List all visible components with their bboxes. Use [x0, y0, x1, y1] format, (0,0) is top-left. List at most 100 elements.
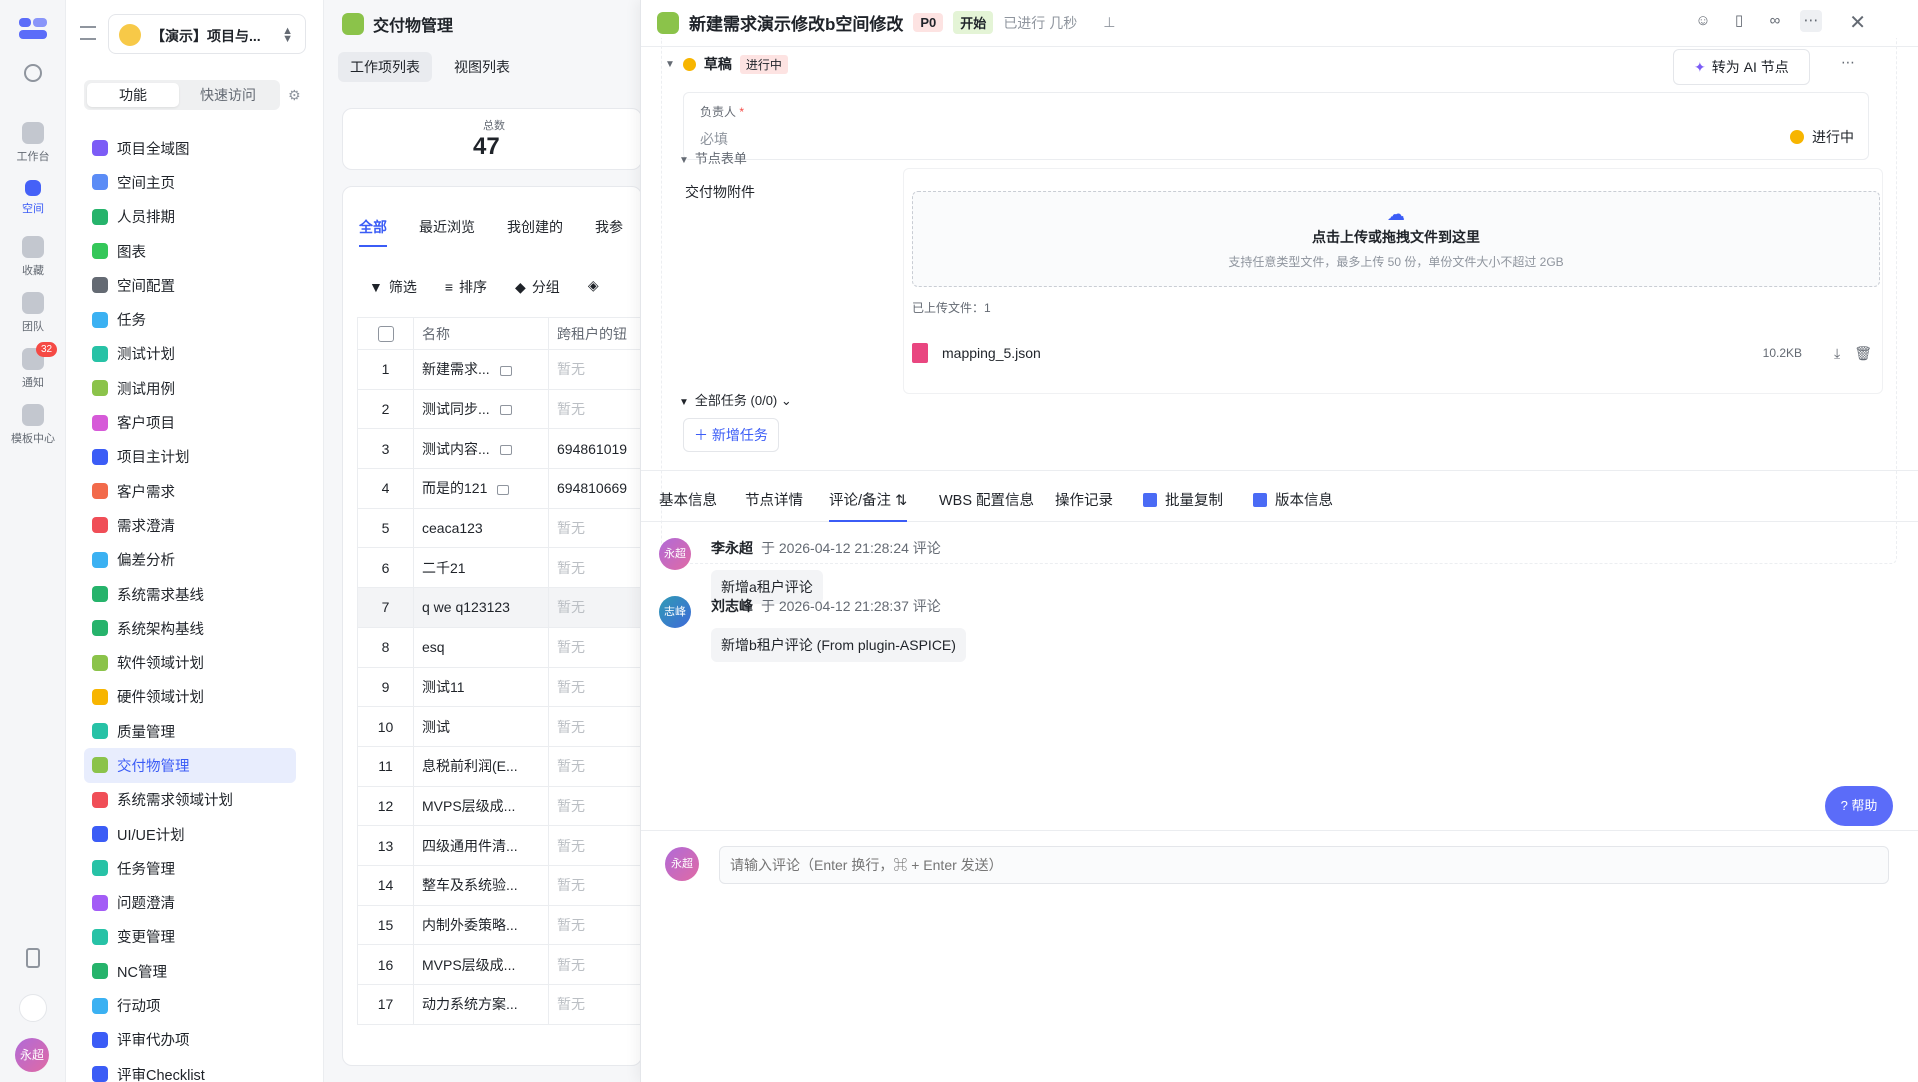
row-name-cell[interactable]: 测试 [413, 706, 549, 747]
row-name-cell[interactable]: MVPS层级成... [413, 785, 549, 827]
rail-space[interactable]: 空间 [0, 180, 66, 216]
form-section-toggle[interactable]: ▼ 节点表单 [679, 148, 747, 167]
members-icon[interactable]: ☺ [1692, 10, 1714, 32]
table-row[interactable]: 1 新建需求... 暂无 [357, 349, 641, 390]
nav-item[interactable]: 人员排期 [84, 200, 296, 234]
comment-icon[interactable] [497, 484, 510, 495]
row-name-cell[interactable]: MVPS层级成... [413, 944, 549, 985]
rail-mobile[interactable] [0, 948, 66, 972]
sort-button[interactable]: ≡ 排序 [445, 277, 487, 297]
table-row[interactable]: 15 内制外委策略... 暂无 [357, 904, 641, 946]
bookmark-icon[interactable]: ▯ [1728, 10, 1750, 32]
status-tag[interactable]: 开始 [953, 11, 994, 34]
row-name-cell[interactable]: 内制外委策略... [413, 904, 549, 946]
nav-item[interactable]: 系统需求领域计划 [84, 783, 296, 817]
item-title[interactable]: 新建需求演示修改b空间修改 [689, 10, 903, 35]
nav-item[interactable]: 客户项目 [84, 405, 296, 439]
pin-icon[interactable]: ⊥ [1103, 14, 1115, 31]
comment-input[interactable] [719, 846, 1889, 884]
caret-down-icon[interactable]: ▼ [665, 59, 675, 70]
row-name-cell[interactable]: 四级通用件清... [413, 825, 549, 866]
nav-item[interactable]: 空间主页 [84, 165, 296, 199]
nav-item[interactable]: 项目全域图 [84, 131, 296, 165]
filter-tab-all[interactable]: 全部 [359, 217, 387, 247]
upload-dropzone[interactable]: ☁ 点击上传或拖拽文件到这里 支持任意类型文件，最多上传 50 份，单份文件大小… [912, 191, 1880, 287]
nav-item[interactable]: 质量管理 [84, 714, 296, 748]
nav-item[interactable]: 图表 [84, 234, 296, 268]
col-name[interactable]: 名称 [413, 317, 549, 350]
filter-tab-joined[interactable]: 我参 [595, 217, 623, 247]
table-row[interactable]: 2 测试同步... 暂无 [357, 388, 641, 430]
comment-icon[interactable] [499, 405, 512, 416]
close-icon[interactable]: ✕ [1849, 10, 1866, 35]
nav-item[interactable]: 交付物管理 [84, 748, 296, 783]
filter-button[interactable]: ▼ 筛选 [369, 277, 417, 297]
table-row[interactable]: 8 esq 暂无 [357, 626, 641, 668]
nav-item[interactable]: NC管理 [84, 954, 296, 988]
tab-comments[interactable]: 评论/备注 ⇅ [829, 489, 908, 522]
tab-basic-info[interactable]: 基本信息 [659, 489, 717, 510]
tab-work-items[interactable]: 工作项列表 [338, 52, 432, 82]
more-icon[interactable]: ⋯ [1800, 10, 1822, 32]
rail-workbench[interactable]: 工作台 [0, 122, 66, 164]
table-row[interactable]: 13 四级通用件清... 暂无 [357, 825, 641, 866]
row-name-cell[interactable]: ceaca123 [413, 507, 549, 549]
table-row[interactable]: 5 ceaca123 暂无 [357, 507, 641, 549]
tab-views[interactable]: 视图列表 [442, 52, 522, 82]
help-button[interactable]: ? 帮助 [1825, 786, 1893, 826]
stage-more-icon[interactable]: ⋯ [1841, 54, 1856, 71]
assignee-status[interactable]: 进行中 [1790, 127, 1854, 147]
row-name-cell[interactable]: 新建需求... [413, 349, 549, 390]
col-tenant[interactable]: 跨租户的钮 [548, 317, 641, 350]
tasks-section-toggle[interactable]: ▼ 全部任务 (0/0) ⌄ [679, 390, 792, 409]
file-item[interactable]: mapping_5.json 10.2KB ⤓ 🗑 [912, 343, 1872, 363]
table-row[interactable]: 16 MVPS层级成... 暂无 [357, 944, 641, 985]
nav-item[interactable]: 测试用例 [84, 371, 296, 405]
seg-function[interactable]: 功能 [87, 83, 179, 107]
table-row[interactable]: 17 动力系统方案... 暂无 [357, 984, 641, 1025]
nav-item[interactable]: 需求澄清 [84, 508, 296, 542]
comment-icon[interactable] [499, 365, 512, 376]
user-avatar[interactable]: 永超 [15, 1038, 49, 1072]
seg-quick-access[interactable]: 快速访问 [182, 83, 274, 107]
nav-item[interactable]: 系统需求基线 [84, 577, 296, 611]
table-row[interactable]: 12 MVPS层级成... 暂无 [357, 785, 641, 827]
nav-item[interactable]: 客户需求 [84, 474, 296, 508]
row-name-cell[interactable]: 整车及系统验... [413, 864, 549, 906]
project-selector[interactable]: 【演示】项目与... ▲ ▼ [108, 14, 306, 54]
tab-wbs[interactable]: WBS 配置信息 [939, 489, 1034, 510]
rail-search[interactable] [0, 64, 66, 86]
file-name[interactable]: mapping_5.json [942, 345, 1041, 361]
nav-item[interactable]: 项目主计划 [84, 440, 296, 474]
group-button[interactable]: ◆ 分组 [515, 277, 560, 297]
comment-icon[interactable] [499, 445, 512, 456]
rail-notify[interactable]: 32 通知 [0, 342, 66, 390]
nav-item[interactable]: 系统架构基线 [84, 611, 296, 645]
row-name-cell[interactable]: 而是的121 [413, 468, 549, 509]
link-icon[interactable]: ∞ [1764, 10, 1786, 32]
tab-version[interactable]: 版本信息 [1253, 489, 1333, 510]
nav-item[interactable]: UI/UE计划 [84, 817, 296, 851]
select-all-checkbox[interactable] [377, 326, 394, 343]
row-name-cell[interactable]: esq [413, 626, 549, 668]
add-task-button[interactable]: ＋ 新增任务 [683, 418, 779, 452]
nav-item[interactable]: 问题澄清 [84, 886, 296, 920]
table-row[interactable]: 10 测试 暂无 [357, 706, 641, 747]
nav-item[interactable]: 空间配置 [84, 268, 296, 302]
nav-item[interactable]: 偏差分析 [84, 543, 296, 577]
nav-item[interactable]: 评审代办项 [84, 1023, 296, 1057]
paint-button[interactable]: ◈ [588, 277, 605, 297]
download-icon[interactable]: ⤓ [1834, 345, 1840, 362]
priority-tag[interactable]: P0 [913, 13, 944, 32]
tab-node-detail[interactable]: 节点详情 [745, 489, 803, 510]
table-row[interactable]: 14 整车及系统验... 暂无 [357, 864, 641, 906]
rail-rocket[interactable] [0, 994, 66, 1026]
table-row[interactable]: 3 测试内容... 694861019 [357, 428, 641, 470]
filter-tab-recent[interactable]: 最近浏览 [419, 217, 475, 247]
row-name-cell[interactable]: 测试同步... [413, 388, 549, 430]
settings-slider-icon[interactable]: ⚙ [288, 87, 301, 104]
sort-order-icon[interactable]: ⇅ [895, 493, 907, 509]
table-row[interactable]: 6 二千21 暂无 [357, 547, 641, 589]
nav-item[interactable]: 硬件领域计划 [84, 680, 296, 714]
nav-item[interactable]: 变更管理 [84, 920, 296, 954]
